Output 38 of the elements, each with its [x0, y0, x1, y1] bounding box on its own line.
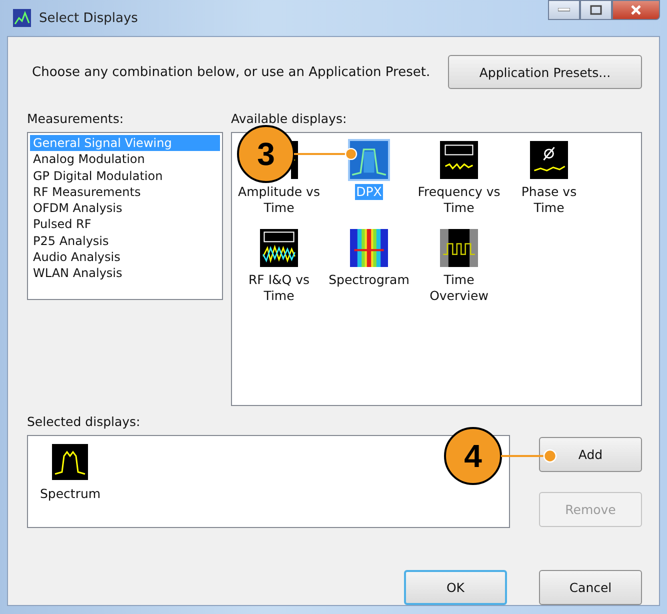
display-label[interactable]: Spectrum	[40, 486, 101, 501]
pulse-train-icon[interactable]	[440, 229, 478, 267]
instruction-text: Choose any combination below, or use an Application Preset.	[32, 64, 430, 80]
application-presets-button[interactable]: Application Presets...	[448, 55, 642, 89]
spectrum-peak-icon[interactable]	[52, 444, 88, 480]
display-label[interactable]: Frequency vs Time	[416, 184, 502, 216]
window-title: Select Displays	[39, 10, 138, 26]
spectrogram-icon[interactable]	[350, 229, 388, 267]
iq-waveform-icon[interactable]	[260, 229, 298, 267]
display-label[interactable]: Phase vs Time	[506, 184, 592, 216]
measurement-item[interactable]: P25 Analysis	[30, 232, 220, 250]
close-button[interactable]	[612, 0, 660, 20]
add-button[interactable]: Add	[539, 437, 642, 472]
display-label[interactable]: Amplitude vs Time	[236, 184, 322, 216]
cancel-button[interactable]: Cancel	[539, 570, 642, 605]
measurement-item[interactable]: GP Digital Modulation	[30, 168, 220, 184]
measurements-label: Measurements:	[27, 111, 125, 126]
maximize-icon	[590, 5, 602, 15]
leader-line	[294, 148, 358, 160]
frequency-trace-icon[interactable]	[440, 141, 478, 179]
measurement-item[interactable]: Pulsed RF	[30, 216, 220, 233]
minimize-icon	[558, 8, 570, 12]
measurement-item[interactable]: Audio Analysis	[30, 249, 220, 266]
display-label[interactable]: RF I&Q vs Time	[236, 272, 322, 304]
display-label[interactable]: Spectrogram	[326, 272, 412, 288]
measurement-item[interactable]: Analog Modulation	[30, 151, 220, 168]
close-icon	[630, 5, 642, 15]
display-label[interactable]: Time Overview	[416, 272, 502, 304]
available-displays-label: Available displays:	[231, 111, 348, 126]
app-icon	[13, 9, 31, 27]
selected-displays-label: Selected displays:	[27, 414, 142, 429]
maximize-button[interactable]	[580, 0, 612, 20]
measurement-item[interactable]: WLAN Analysis	[30, 265, 220, 282]
phase-trace-icon[interactable]	[530, 141, 568, 179]
ok-button[interactable]: OK	[404, 570, 507, 605]
measurement-item[interactable]: OFDM Analysis	[30, 200, 220, 216]
measurement-item[interactable]: RF Measurements	[30, 184, 220, 200]
minimize-button[interactable]	[548, 0, 580, 20]
